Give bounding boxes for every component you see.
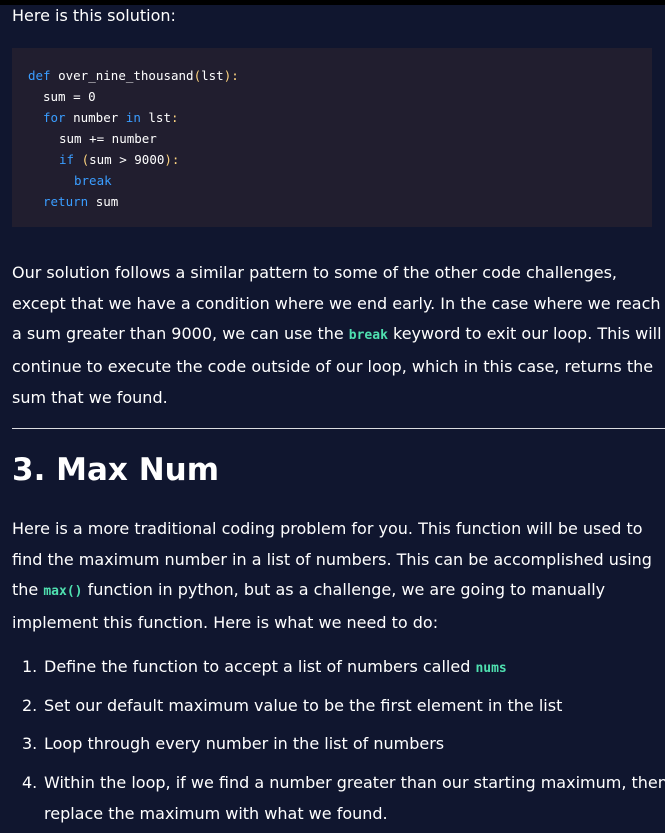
code-line-6: break <box>74 170 112 191</box>
code-var: sum <box>95 194 119 209</box>
paragraph-line: implement this function. Here is what we… <box>12 613 439 633</box>
code-condition: sum > 9000 <box>89 152 165 167</box>
code-keyword: for <box>43 110 66 125</box>
list-line: Within the loop, if we find a number gre… <box>44 773 665 792</box>
problem-description-paragraph: Here is a more traditional coding proble… <box>12 514 657 639</box>
code-keyword: def <box>28 68 51 83</box>
solution-explanation-paragraph: Our solution follows a similar pattern t… <box>12 258 662 414</box>
paragraph-line: find the maximum number in a list of num… <box>12 549 652 569</box>
code-keyword: return <box>43 194 89 209</box>
code-punctuation: ( <box>193 68 202 83</box>
list-line: replace the maximum with what we found. <box>44 803 388 823</box>
intro-text: Here is this solution: <box>12 6 176 25</box>
top-bar <box>0 0 665 5</box>
code-line-2: sum = 0 <box>43 89 96 104</box>
text-fragment: a sum greater than 9000, we can use the <box>12 324 349 344</box>
list-text: Set our default maximum value to be the … <box>44 691 659 722</box>
paragraph-line: the max() function in python, but as a c… <box>12 575 657 608</box>
code-keyword: in <box>125 110 141 125</box>
code-block: def over_nine_thousand(lst): sum = 0 for… <box>12 48 652 227</box>
inline-code-break: break <box>348 328 388 344</box>
code-var: number <box>73 110 119 125</box>
code-line-4: sum += number <box>59 131 157 146</box>
code-function-name: over_nine_thousand <box>58 68 194 83</box>
section-heading: 3. Max Num <box>12 452 220 488</box>
list-number: 3. <box>22 734 38 753</box>
paragraph-line: Here is a more traditional coding proble… <box>12 519 643 538</box>
inline-code-max: max() <box>43 584 83 600</box>
paragraph-line: continue to execute the code outside of … <box>12 357 654 377</box>
list-number: 1. <box>22 657 38 676</box>
paragraph-line: Our solution follows a similar pattern t… <box>12 263 618 282</box>
code-punctuation: : <box>170 110 179 125</box>
text-fragment: the <box>12 580 44 600</box>
code-punctuation: ( <box>81 152 90 167</box>
code-param: lst <box>201 68 224 83</box>
text-fragment: Define the function to accept a list of … <box>44 657 476 676</box>
paragraph-line: a sum greater than 9000, we can use the … <box>12 319 662 352</box>
list-line: Loop through every number in the list of… <box>44 734 445 753</box>
code-line-7: return sum <box>43 191 118 212</box>
text-fragment: function in python, but as a challenge, … <box>82 580 606 600</box>
paragraph-line: except that we have a condition where we… <box>12 293 661 313</box>
code-var: lst <box>148 110 171 125</box>
code-keyword: break <box>74 173 112 188</box>
text-fragment: keyword to exit our loop. This will <box>387 324 662 344</box>
inline-code-nums: nums <box>475 661 507 676</box>
list-number: 4. <box>22 773 38 792</box>
code-line-5: if (sum > 9000): <box>59 149 179 170</box>
paragraph-line: sum that we found. <box>12 387 168 407</box>
list-number: 2. <box>22 696 38 715</box>
section-divider <box>12 428 665 429</box>
list-line: Set our default maximum value to be the … <box>44 696 563 715</box>
list-text: Loop through every number in the list of… <box>44 729 659 760</box>
code-line-1: def over_nine_thousand(lst): <box>28 65 239 86</box>
code-punctuation: ): <box>223 68 239 83</box>
code-line-3: for number in lst: <box>43 107 179 128</box>
list-text: Within the loop, if we find a number gre… <box>44 768 665 829</box>
code-keyword: if <box>59 152 75 167</box>
list-text: Define the function to accept a list of … <box>44 652 659 685</box>
code-punctuation: ): <box>164 152 180 167</box>
